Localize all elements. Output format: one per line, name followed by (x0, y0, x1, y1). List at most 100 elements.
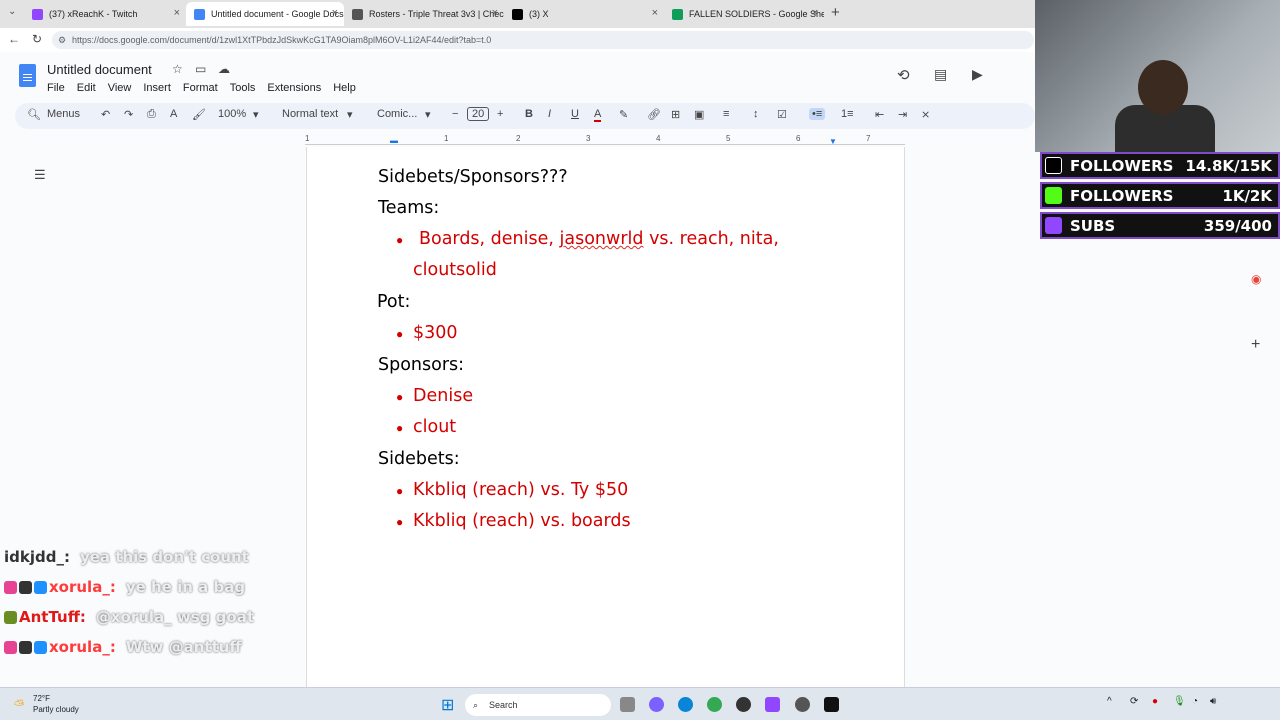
close-icon[interactable]: × (492, 7, 498, 19)
chevron-down-icon[interactable]: ▾ (347, 108, 353, 121)
clear-format-icon[interactable]: ⨯ (921, 108, 930, 121)
checklist-icon[interactable]: ☑ (777, 108, 787, 121)
doc-line-teams[interactable]: Teams: (378, 198, 439, 218)
italic-icon[interactable]: I (548, 108, 551, 120)
doc-line-pot[interactable]: Pot: (377, 292, 410, 312)
bold-icon[interactable]: B (525, 108, 533, 120)
meet-icon[interactable]: ▶︎ (972, 66, 983, 83)
increase-font-icon[interactable]: + (497, 108, 503, 120)
tray-app-icon[interactable]: ● (1152, 696, 1158, 707)
star-icon[interactable]: ☆ (172, 62, 183, 76)
style-select[interactable]: Normal text (282, 108, 338, 120)
left-indent-marker-icon[interactable]: ▬ (390, 136, 398, 145)
wifi-icon[interactable]: ◔ (1192, 696, 1198, 707)
bulleted-list-icon[interactable]: •≡ (809, 108, 826, 120)
spellcheck-icon[interactable]: A (170, 108, 177, 120)
close-icon[interactable]: × (332, 7, 338, 19)
doc-bullet-sponsor-2[interactable]: clout (413, 417, 456, 437)
close-icon[interactable]: × (174, 7, 180, 19)
discord-icon[interactable] (649, 697, 664, 712)
close-icon[interactable]: × (812, 7, 818, 19)
back-icon[interactable]: ← (8, 32, 20, 46)
font-size-input[interactable]: 20 (467, 107, 490, 121)
doc-line-sponsors[interactable]: Sponsors: (378, 355, 464, 375)
comment-add-icon[interactable]: ⊞ (671, 108, 680, 121)
ruler[interactable]: 1 1 2 3 4 5 6 7 ▬ ▼ (305, 133, 905, 147)
doc-bullet-teams[interactable]: Boards, denise, jasonwrld vs. reach, nit… (419, 229, 779, 249)
twitch-app-icon[interactable] (765, 697, 780, 712)
menu-edit[interactable]: Edit (77, 82, 96, 94)
document-title[interactable]: Untitled document (47, 62, 152, 77)
menu-tools[interactable]: Tools (230, 82, 256, 94)
chrome-icon[interactable] (707, 697, 722, 712)
move-folder-icon[interactable]: ▭ (195, 62, 206, 76)
paint-format-icon[interactable]: 🖌︎ (192, 108, 206, 121)
misspelled-word[interactable]: jasonwrld (560, 229, 644, 249)
new-tab-icon[interactable]: + (831, 4, 840, 21)
decrease-indent-icon[interactable]: ⇤ (875, 108, 884, 121)
redo-icon[interactable]: ↷ (124, 108, 133, 121)
tray-chevron-icon[interactable]: ^ (1107, 696, 1112, 707)
tab-twitch[interactable]: (37) xReachK - Twitch × (24, 2, 186, 26)
link-icon[interactable]: 🔗︎ (647, 108, 661, 121)
right-indent-marker-icon[interactable]: ▼ (829, 137, 837, 146)
search-icon[interactable]: 🔍︎ (27, 108, 41, 121)
doc-bullet-sidebet-1[interactable]: Kkbliq (reach) vs. Ty $50 (413, 480, 628, 500)
outline-icon[interactable]: ☰ (34, 167, 46, 183)
menu-extensions[interactable]: Extensions (267, 82, 321, 94)
tab-sheets[interactable]: FALLEN SOLDIERS - Google Sheets × (664, 2, 824, 26)
add-addon-icon[interactable]: + (1251, 336, 1260, 354)
chevron-down-icon[interactable]: ▾ (253, 108, 259, 121)
media-player-icon[interactable] (736, 697, 751, 712)
menu-format[interactable]: Format (183, 82, 218, 94)
tab-search-icon[interactable]: ⌄ (8, 6, 16, 17)
numbered-list-icon[interactable]: 1≡ (841, 108, 854, 120)
volume-icon[interactable]: 🔊︎ (1210, 696, 1216, 707)
close-icon[interactable]: × (652, 7, 658, 19)
chevron-down-icon[interactable]: ▾ (425, 108, 431, 121)
decrease-font-icon[interactable]: − (452, 108, 458, 120)
increase-indent-icon[interactable]: ⇥ (898, 108, 907, 121)
underline-icon[interactable]: U (571, 108, 579, 120)
task-view-icon[interactable] (620, 697, 635, 712)
tiktok-app-icon[interactable] (824, 697, 839, 712)
print-icon[interactable]: ⎙ (147, 108, 156, 121)
doc-bullet-sponsor-1[interactable]: Denise (413, 386, 473, 406)
font-select[interactable]: Comic... (377, 108, 417, 120)
align-icon[interactable]: ≡ (723, 108, 729, 120)
undo-icon[interactable]: ↶ (101, 108, 110, 121)
maps-icon[interactable]: ◉ (1251, 272, 1261, 286)
document-page[interactable]: Sidebets/Sponsors??? Teams: ● Boards, de… (306, 147, 905, 687)
doc-bullet-pot[interactable]: $300 (413, 323, 458, 343)
tray-app-icon[interactable]: ⟳ (1130, 696, 1138, 707)
menu-view[interactable]: View (108, 82, 132, 94)
menu-file[interactable]: File (47, 82, 65, 94)
mic-icon[interactable]: 🎙︎ (1173, 696, 1186, 707)
tab-google-docs[interactable]: Untitled document - Google Docs × (186, 2, 344, 26)
edge-icon[interactable] (678, 697, 693, 712)
comments-icon[interactable]: ▤ (934, 66, 947, 83)
reload-icon[interactable]: ↻ (32, 32, 42, 46)
site-info-icon[interactable]: ⚙ (58, 31, 66, 49)
menu-insert[interactable]: Insert (143, 82, 171, 94)
line-spacing-icon[interactable]: ↕ (753, 108, 759, 120)
text-color-icon[interactable]: A (594, 108, 602, 122)
menu-help[interactable]: Help (333, 82, 356, 94)
image-icon[interactable]: ▣ (694, 108, 704, 121)
doc-line-sidebets[interactable]: Sidebets: (378, 449, 460, 469)
version-history-icon[interactable]: ⟲ (897, 66, 910, 84)
tab-x[interactable]: (3) X × (504, 2, 664, 26)
docs-logo-icon[interactable] (19, 64, 36, 87)
tab-rosters[interactable]: Rosters - Triple Threat 3v3 | Check × (344, 2, 504, 26)
doc-heading[interactable]: Sidebets/Sponsors??? (378, 167, 568, 187)
zoom-select[interactable]: 100% (218, 108, 246, 120)
cloud-status-icon[interactable]: ☁ (218, 62, 230, 76)
windows-start-icon[interactable]: ⊞ (441, 695, 454, 715)
highlight-icon[interactable]: ✎ (619, 108, 628, 121)
taskbar-search[interactable]: ⌕ Search (465, 694, 611, 716)
menus-search[interactable]: Menus (47, 108, 80, 120)
doc-line-cloutsolid[interactable]: cloutsolid (413, 260, 497, 280)
doc-bullet-sidebet-2[interactable]: Kkbliq (reach) vs. boards (413, 511, 631, 531)
obs-icon[interactable] (795, 697, 810, 712)
url-field[interactable]: ⚙ https://docs.google.com/document/d/1zw… (52, 31, 1034, 49)
